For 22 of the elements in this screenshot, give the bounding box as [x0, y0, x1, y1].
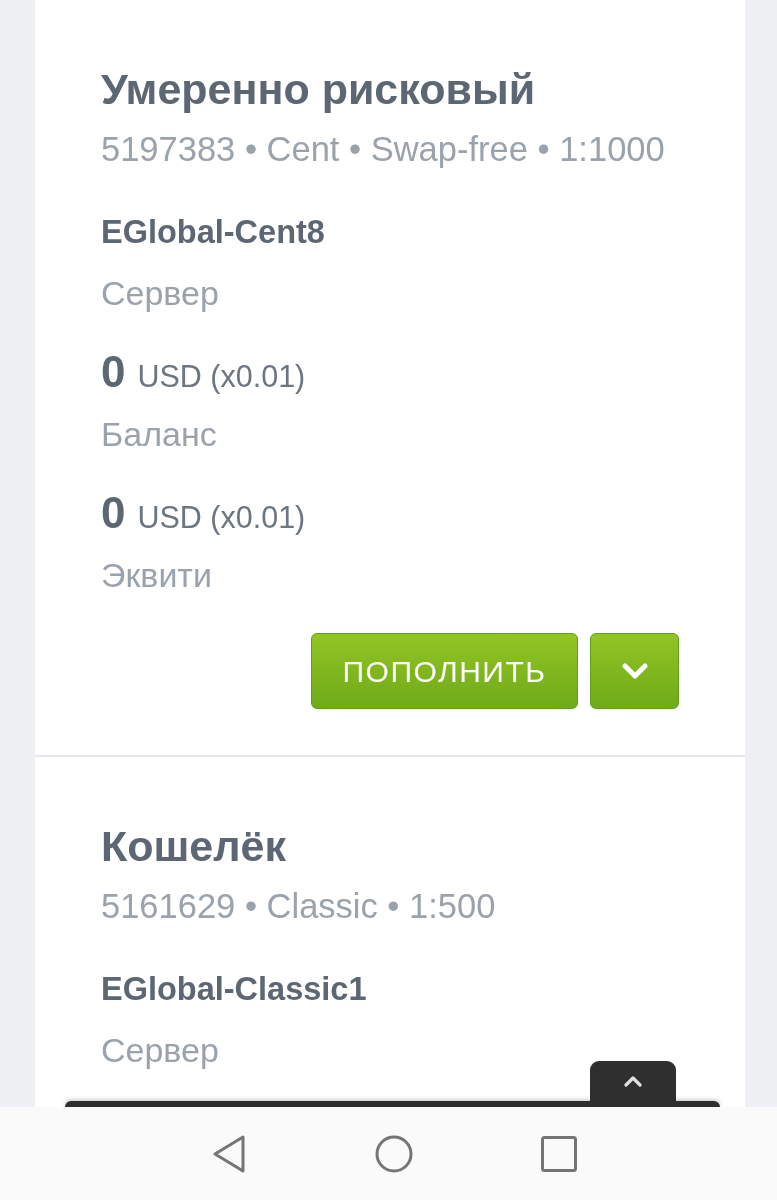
chevron-up-icon [624, 1075, 642, 1087]
chevron-down-icon [621, 663, 648, 679]
account-details: 5161629 • Classic • 1:500 [101, 886, 497, 926]
dropdown-button[interactable] [590, 633, 679, 709]
back-triangle-icon [211, 1133, 246, 1174]
server-label: Сервер [101, 274, 220, 312]
account-title: Умеренно рисковый [101, 64, 537, 114]
recents-square-icon [540, 1135, 577, 1172]
amount-value: 0 [101, 488, 126, 538]
server-label: Сервер [101, 1031, 220, 1069]
server-name: EGlobal-Cent8 [101, 214, 326, 250]
home-circle-icon [374, 1134, 413, 1173]
account-title: Кошелёк [101, 821, 288, 871]
server-name: EGlobal-Classic1 [101, 971, 368, 1007]
amount-value: 0 [101, 347, 126, 397]
amount-label: Эквити [101, 556, 213, 594]
amount-label: Баланс [101, 415, 218, 453]
currency-unit: USD (x0.01) [137, 358, 306, 394]
deposit-button[interactable]: ПОПОЛНИТЬ [311, 633, 578, 709]
panel-handle[interactable] [590, 1061, 676, 1101]
account-details: 5197383 • Cent • Swap-free • 1:1000 [101, 129, 666, 169]
currency-unit: USD (x0.01) [137, 499, 306, 535]
